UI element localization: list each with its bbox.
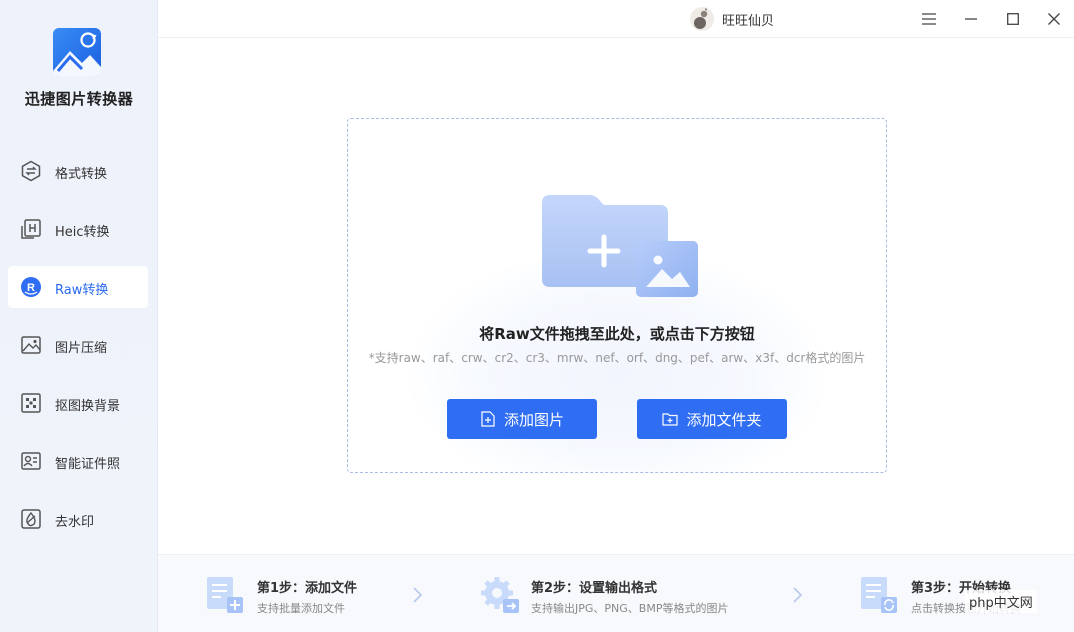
- sidebar: 迅捷图片转换器 格式转换 Heic转换 R Raw转换 图片压缩 抠图换背景 智…: [0, 0, 158, 632]
- username[interactable]: 旺旺仙贝: [722, 10, 774, 29]
- sidebar-item-cutout[interactable]: 抠图换背景: [8, 382, 148, 424]
- add-folder-label: 添加文件夹: [686, 410, 762, 429]
- steps-bar: 第1步：添加文件 支持批量添加文件 第2步：设置输出格式 支持输出JPG、PNG…: [158, 554, 1074, 632]
- app-title: 迅捷图片转换器: [24, 90, 134, 108]
- svg-text:R: R: [27, 282, 35, 294]
- minimize-icon: [965, 18, 977, 20]
- avatar[interactable]: [690, 7, 714, 31]
- image-compress-icon: [21, 336, 41, 354]
- raw-icon: R: [21, 277, 41, 297]
- folder-image-icon: [542, 195, 698, 297]
- sidebar-item-label: 图片压缩: [55, 341, 108, 356]
- heic-icon: [21, 219, 41, 239]
- chevron-right-icon: [793, 587, 803, 603]
- sidebar-item-label: 格式转换: [55, 167, 108, 182]
- step-desc: 支持批量添加文件: [257, 602, 345, 615]
- chevron-right-icon: [413, 587, 423, 603]
- sidebar-item-format-convert[interactable]: 格式转换: [8, 150, 148, 192]
- sidebar-item-image-compress[interactable]: 图片压缩: [8, 324, 148, 366]
- step-title: 第2步：设置输出格式: [531, 581, 658, 596]
- sidebar-item-label: 抠图换背景: [55, 399, 121, 414]
- add-image-button[interactable]: 添加图片: [447, 399, 597, 439]
- sidebar-nav: 格式转换 Heic转换 R Raw转换 图片压缩 抠图换背景 智能证件照 去水印: [8, 150, 148, 556]
- add-folder-icon: [662, 413, 679, 426]
- user-account[interactable]: 旺旺仙贝: [690, 5, 774, 33]
- avatar-icon: [690, 7, 714, 31]
- drop-zone-title: 将Raw文件拖拽至此处，或点击下方按钮: [479, 325, 755, 343]
- add-image-label: 添加图片: [503, 410, 564, 429]
- step-title: 第1步：添加文件: [257, 581, 358, 596]
- sidebar-item-label: 智能证件照: [55, 457, 121, 472]
- menu-button[interactable]: [918, 8, 940, 30]
- step-desc: 支持输出JPG、PNG、BMP等格式的图片: [531, 602, 729, 615]
- settings-step-icon: [481, 577, 519, 613]
- sidebar-item-label: Raw转换: [55, 283, 109, 298]
- add-folder-button[interactable]: 添加文件夹: [637, 399, 787, 439]
- sidebar-item-id-photo[interactable]: 智能证件照: [8, 440, 148, 482]
- maximize-icon: [1007, 13, 1019, 25]
- close-button[interactable]: [1043, 8, 1065, 30]
- sidebar-item-raw[interactable]: R Raw转换: [8, 266, 148, 308]
- add-file-step-icon: [207, 577, 243, 613]
- remove-watermark-icon: [21, 509, 41, 529]
- menu-icon: [922, 13, 936, 25]
- cutout-icon: [21, 393, 41, 413]
- supported-formats-hint: *支持raw、raf、crw、cr2、cr3、mrw、nef、orf、dng、p…: [368, 351, 866, 365]
- id-photo-icon: [21, 452, 41, 470]
- format-convert-icon: [21, 160, 41, 182]
- app-logo-icon: [53, 28, 101, 76]
- add-file-icon: [481, 411, 495, 427]
- sidebar-item-heic[interactable]: Heic转换: [8, 208, 148, 250]
- title-bar: 旺旺仙贝: [158, 0, 1074, 38]
- convert-step-icon: [861, 577, 897, 613]
- close-icon: [1048, 13, 1060, 25]
- minimize-button[interactable]: [960, 8, 982, 30]
- sidebar-item-label: Heic转换: [55, 225, 110, 240]
- sidebar-item-label: 去水印: [55, 515, 95, 530]
- sidebar-item-remove-watermark[interactable]: 去水印: [8, 498, 148, 540]
- watermark-text: php中文网: [965, 590, 1037, 613]
- maximize-button[interactable]: [1002, 8, 1024, 30]
- file-drop-zone[interactable]: 将Raw文件拖拽至此处，或点击下方按钮 *支持raw、raf、crw、cr2、c…: [347, 118, 887, 473]
